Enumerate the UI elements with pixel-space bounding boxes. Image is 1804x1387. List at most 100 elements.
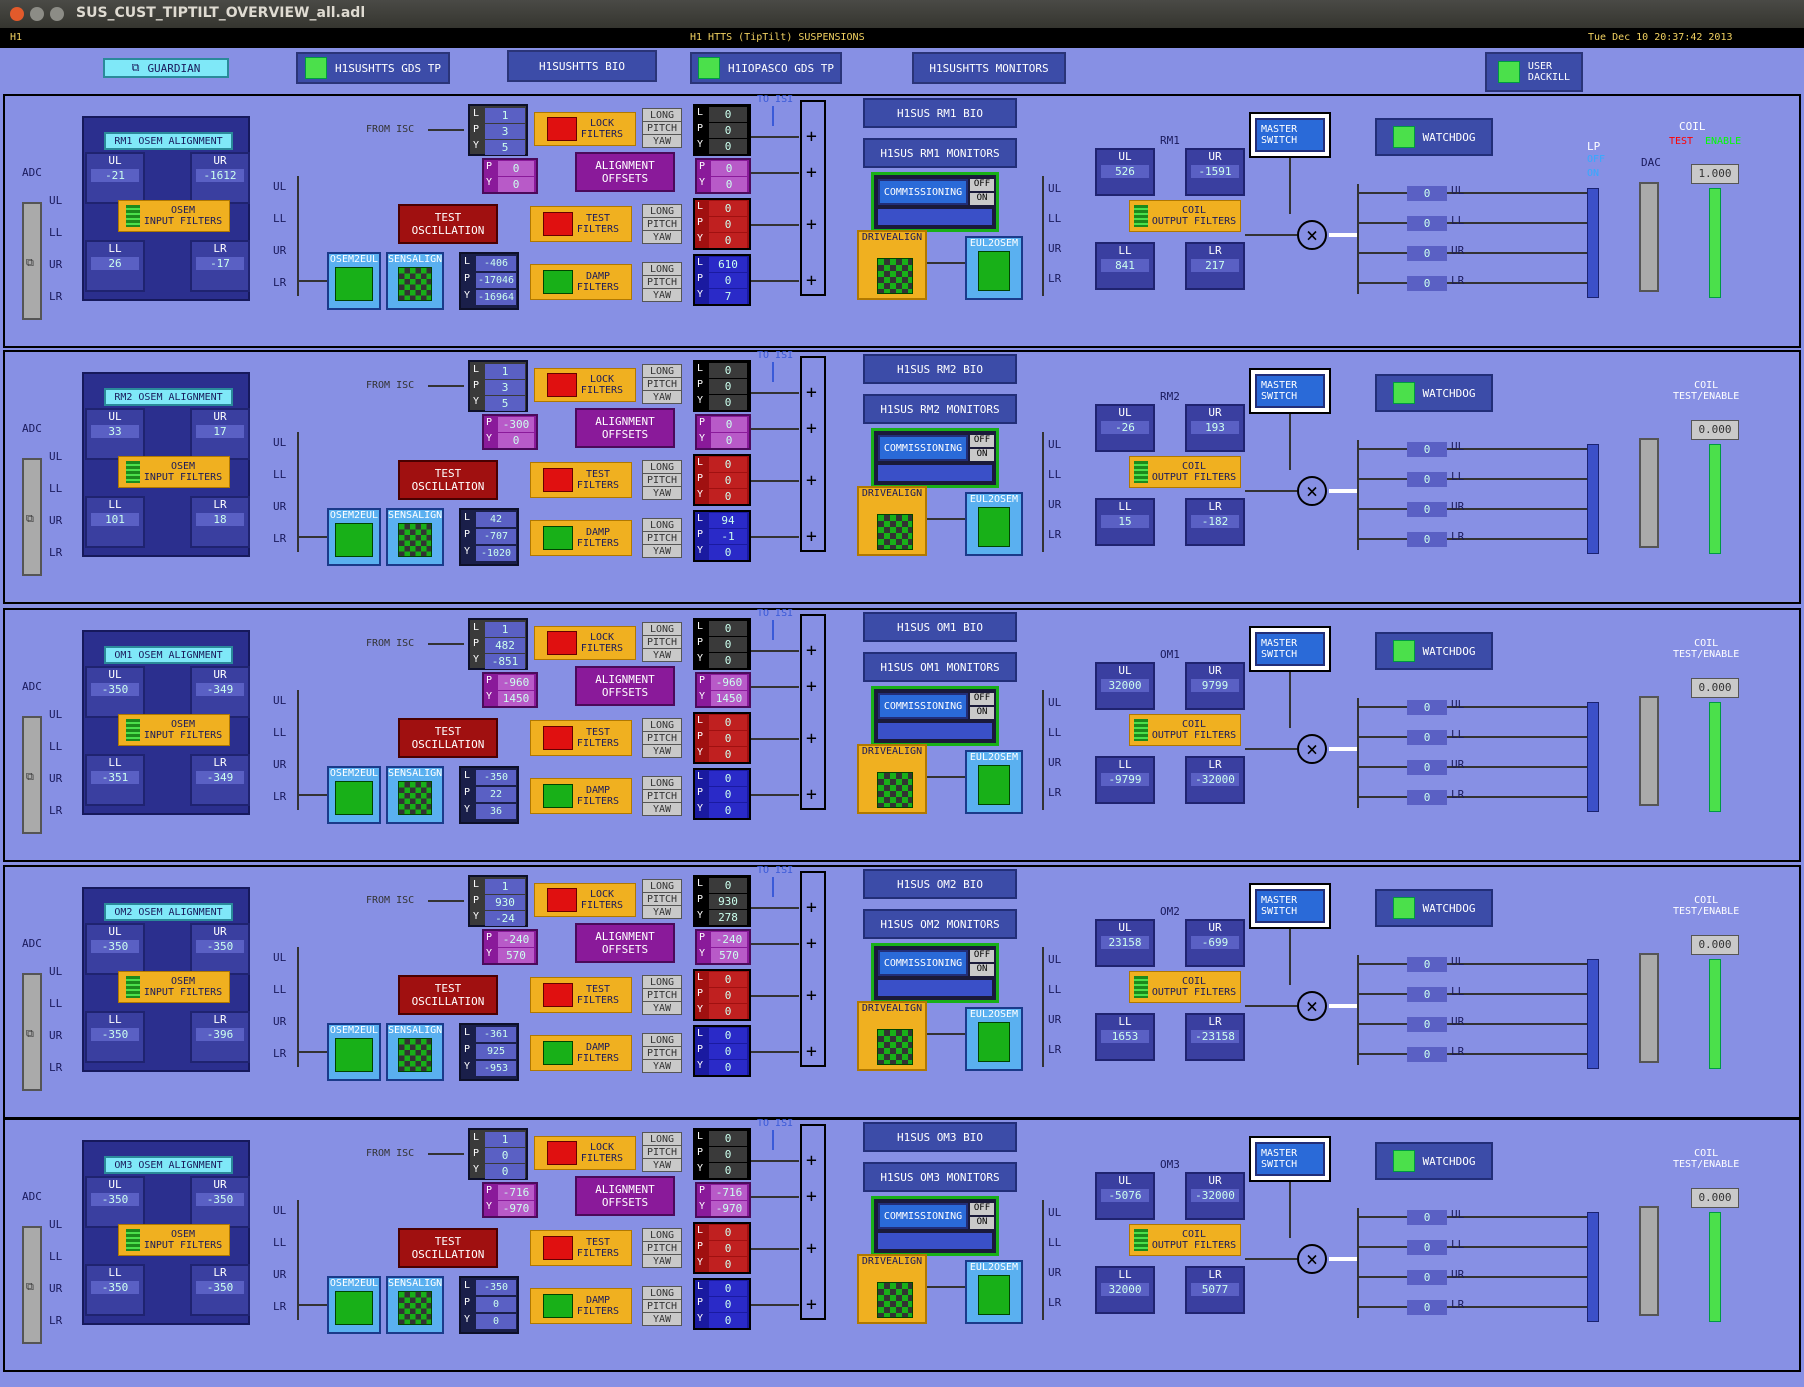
coil-output-filters-button[interactable]: COIL OUTPUT FILTERS (1129, 1224, 1241, 1256)
dac-block[interactable] (1639, 182, 1659, 292)
lock-long-button[interactable]: LONG (642, 1132, 682, 1146)
master-switch-button[interactable]: MASTER SWITCH (1255, 118, 1325, 152)
test-oscillation-button[interactable]: TEST OSCILLATION (398, 460, 498, 500)
sensalign-button[interactable]: SENSALIGN (386, 766, 444, 824)
test-long-button[interactable]: LONG (642, 718, 682, 732)
lock-filters-button[interactable]: LOCK FILTERS (534, 883, 636, 917)
damp-long-button[interactable]: LONG (642, 1033, 682, 1047)
test-oscillation-button[interactable]: TEST OSCILLATION (398, 204, 498, 244)
damp-filters-button[interactable]: DAMP FILTERS (530, 778, 632, 814)
damp-filters-button[interactable]: DAMP FILTERS (530, 1288, 632, 1324)
osem-input-filters-button[interactable]: OSEM INPUT FILTERS (118, 1224, 230, 1256)
damp-yaw-button[interactable]: YAW (642, 1312, 682, 1326)
coil-value-field[interactable]: 0.000 (1691, 420, 1739, 440)
test-yaw-button[interactable]: YAW (642, 230, 682, 244)
eul2osem-button[interactable]: EUL2OSEM (965, 492, 1023, 556)
coil-value-field[interactable]: 0.000 (1691, 1188, 1739, 1208)
sus-bio-button[interactable]: H1SUS RM1 BIO (863, 98, 1017, 128)
test-oscillation-button[interactable]: TEST OSCILLATION (398, 1228, 498, 1268)
on-button[interactable]: ON (970, 1217, 994, 1229)
sensalign-button[interactable]: SENSALIGN (386, 508, 444, 566)
drivealign-button[interactable]: DRIVEALIGN (857, 486, 927, 556)
user-dackill-button[interactable]: USER DACKILL (1485, 52, 1583, 92)
adc-block[interactable]: ⧉ (22, 1226, 42, 1344)
lock-pitch-button[interactable]: PITCH (642, 377, 682, 391)
damp-yaw-button[interactable]: YAW (642, 544, 682, 558)
damp-pitch-button[interactable]: PITCH (642, 789, 682, 803)
coil-output-filters-button[interactable]: COIL OUTPUT FILTERS (1129, 971, 1241, 1003)
osem-alignment-button[interactable]: OM2 OSEM ALIGNMENT (104, 903, 233, 921)
drivealign-button[interactable]: DRIVEALIGN (857, 230, 927, 300)
osem-alignment-button[interactable]: OM1 OSEM ALIGNMENT (104, 646, 233, 664)
test-oscillation-button[interactable]: TEST OSCILLATION (398, 718, 498, 758)
lock-yaw-button[interactable]: YAW (642, 648, 682, 662)
dac-block[interactable] (1639, 438, 1659, 548)
lock-long-button[interactable]: LONG (642, 108, 682, 122)
drivealign-button[interactable]: DRIVEALIGN (857, 744, 927, 814)
maximize-window-button[interactable] (50, 7, 64, 21)
osem2eul-button[interactable]: OSEM2EUL (327, 1276, 381, 1334)
lock-pitch-button[interactable]: PITCH (642, 121, 682, 135)
commissioning-button[interactable]: COMMISSIONING (878, 950, 968, 976)
adc-block[interactable]: ⧉ (22, 716, 42, 834)
alignment-offsets-button[interactable]: ALIGNMENT OFFSETS (575, 408, 675, 448)
test-long-button[interactable]: LONG (642, 460, 682, 474)
sus-bio-button[interactable]: H1SUS RM2 BIO (863, 354, 1017, 384)
coil-value-field[interactable]: 1.000 (1691, 164, 1739, 184)
eul2osem-button[interactable]: EUL2OSEM (965, 1007, 1023, 1071)
damp-yaw-button[interactable]: YAW (642, 288, 682, 302)
on-button[interactable]: ON (970, 449, 994, 461)
osem-alignment-button[interactable]: OM3 OSEM ALIGNMENT (104, 1156, 233, 1174)
test-pitch-button[interactable]: PITCH (642, 473, 682, 487)
damp-pitch-button[interactable]: PITCH (642, 275, 682, 289)
test-pitch-button[interactable]: PITCH (642, 217, 682, 231)
coil-enable-bar[interactable] (1709, 702, 1721, 812)
damp-long-button[interactable]: LONG (642, 776, 682, 790)
osem-alignment-button[interactable]: RM2 OSEM ALIGNMENT (104, 388, 233, 406)
osem2eul-button[interactable]: OSEM2EUL (327, 252, 381, 310)
bio-button[interactable]: H1SUSHTTS BIO (507, 50, 657, 82)
damp-pitch-button[interactable]: PITCH (642, 1046, 682, 1060)
test-filters-button[interactable]: TEST FILTERS (530, 462, 632, 498)
guardian-button[interactable]: ⧉ GUARDIAN (103, 58, 229, 78)
sus-monitors-button[interactable]: H1SUS OM2 MONITORS (863, 909, 1017, 939)
test-long-button[interactable]: LONG (642, 975, 682, 989)
off-button[interactable]: OFF (970, 1203, 994, 1215)
eul2osem-button[interactable]: EUL2OSEM (965, 750, 1023, 814)
test-filters-button[interactable]: TEST FILTERS (530, 206, 632, 242)
sus-bio-button[interactable]: H1SUS OM1 BIO (863, 612, 1017, 642)
lock-pitch-button[interactable]: PITCH (642, 892, 682, 906)
damp-long-button[interactable]: LONG (642, 262, 682, 276)
lock-filters-button[interactable]: LOCK FILTERS (534, 1136, 636, 1170)
master-switch-button[interactable]: MASTER SWITCH (1255, 889, 1325, 923)
sus-monitors-button[interactable]: H1SUS RM2 MONITORS (863, 394, 1017, 424)
dac-block[interactable] (1639, 953, 1659, 1063)
damp-filters-button[interactable]: DAMP FILTERS (530, 520, 632, 556)
lock-yaw-button[interactable]: YAW (642, 1158, 682, 1172)
commissioning-button[interactable]: COMMISSIONING (878, 693, 968, 719)
test-filters-button[interactable]: TEST FILTERS (530, 977, 632, 1013)
commissioning-button[interactable]: COMMISSIONING (878, 1203, 968, 1229)
iopasco-button[interactable]: H1IOPASCO GDS TP (690, 52, 842, 84)
lock-long-button[interactable]: LONG (642, 622, 682, 636)
osem2eul-button[interactable]: OSEM2EUL (327, 1023, 381, 1081)
coil-enable-bar[interactable] (1709, 959, 1721, 1069)
on-button[interactable]: ON (970, 707, 994, 719)
sus-monitors-button[interactable]: H1SUS OM3 MONITORS (863, 1162, 1017, 1192)
watchdog-button[interactable]: WATCHDOG (1375, 632, 1493, 670)
lock-yaw-button[interactable]: YAW (642, 390, 682, 404)
sus-monitors-button[interactable]: H1SUS RM1 MONITORS (863, 138, 1017, 168)
osem-input-filters-button[interactable]: OSEM INPUT FILTERS (118, 971, 230, 1003)
dac-block[interactable] (1639, 696, 1659, 806)
coil-enable-bar[interactable] (1709, 188, 1721, 298)
eul2osem-button[interactable]: EUL2OSEM (965, 1260, 1023, 1324)
osem-input-filters-button[interactable]: OSEM INPUT FILTERS (118, 714, 230, 746)
osem-input-filters-button[interactable]: OSEM INPUT FILTERS (118, 200, 230, 232)
sensalign-button[interactable]: SENSALIGN (386, 1276, 444, 1334)
off-button[interactable]: OFF (970, 950, 994, 962)
coil-value-field[interactable]: 0.000 (1691, 935, 1739, 955)
alignment-offsets-button[interactable]: ALIGNMENT OFFSETS (575, 666, 675, 706)
osem-input-filters-button[interactable]: OSEM INPUT FILTERS (118, 456, 230, 488)
dac-block[interactable] (1639, 1206, 1659, 1316)
sus-bio-button[interactable]: H1SUS OM2 BIO (863, 869, 1017, 899)
